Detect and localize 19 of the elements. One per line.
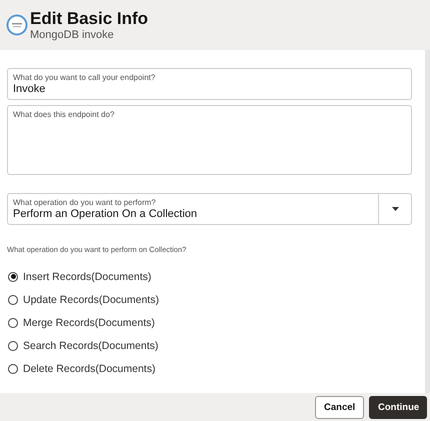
dialog-title: Edit Basic Info [30, 8, 148, 28]
app-icon [6, 14, 28, 36]
radio-button[interactable] [8, 272, 18, 282]
radio-label[interactable]: Delete Records(Documents) [23, 362, 156, 374]
input-field[interactable]: What do you want to call your endpoint? Invoke [7, 68, 412, 100]
continue-button[interactable]: Continue [369, 396, 427, 418]
radio-label[interactable]: Search Records(Documents) [23, 340, 158, 352]
cancel-button[interactable]: Cancel [315, 396, 364, 418]
radio-label[interactable]: Insert Records(Documents) [23, 270, 152, 282]
radio-label[interactable]: Merge Records(Documents) [23, 316, 155, 328]
radio-button[interactable] [8, 364, 18, 374]
dialog-subtitle: MongoDB invoke [30, 28, 115, 42]
dropdown[interactable]: What operation do you want to perform? Perform an Operation On a Collection [7, 193, 412, 225]
text-area[interactable]: What does this endpoint do? [7, 105, 412, 175]
radio-button[interactable] [8, 294, 18, 304]
radio-label[interactable]: Update Records(Documents) [23, 294, 159, 306]
caret-icon [392, 207, 398, 211]
radio-button[interactable] [8, 340, 18, 350]
radio-button[interactable] [8, 318, 18, 328]
